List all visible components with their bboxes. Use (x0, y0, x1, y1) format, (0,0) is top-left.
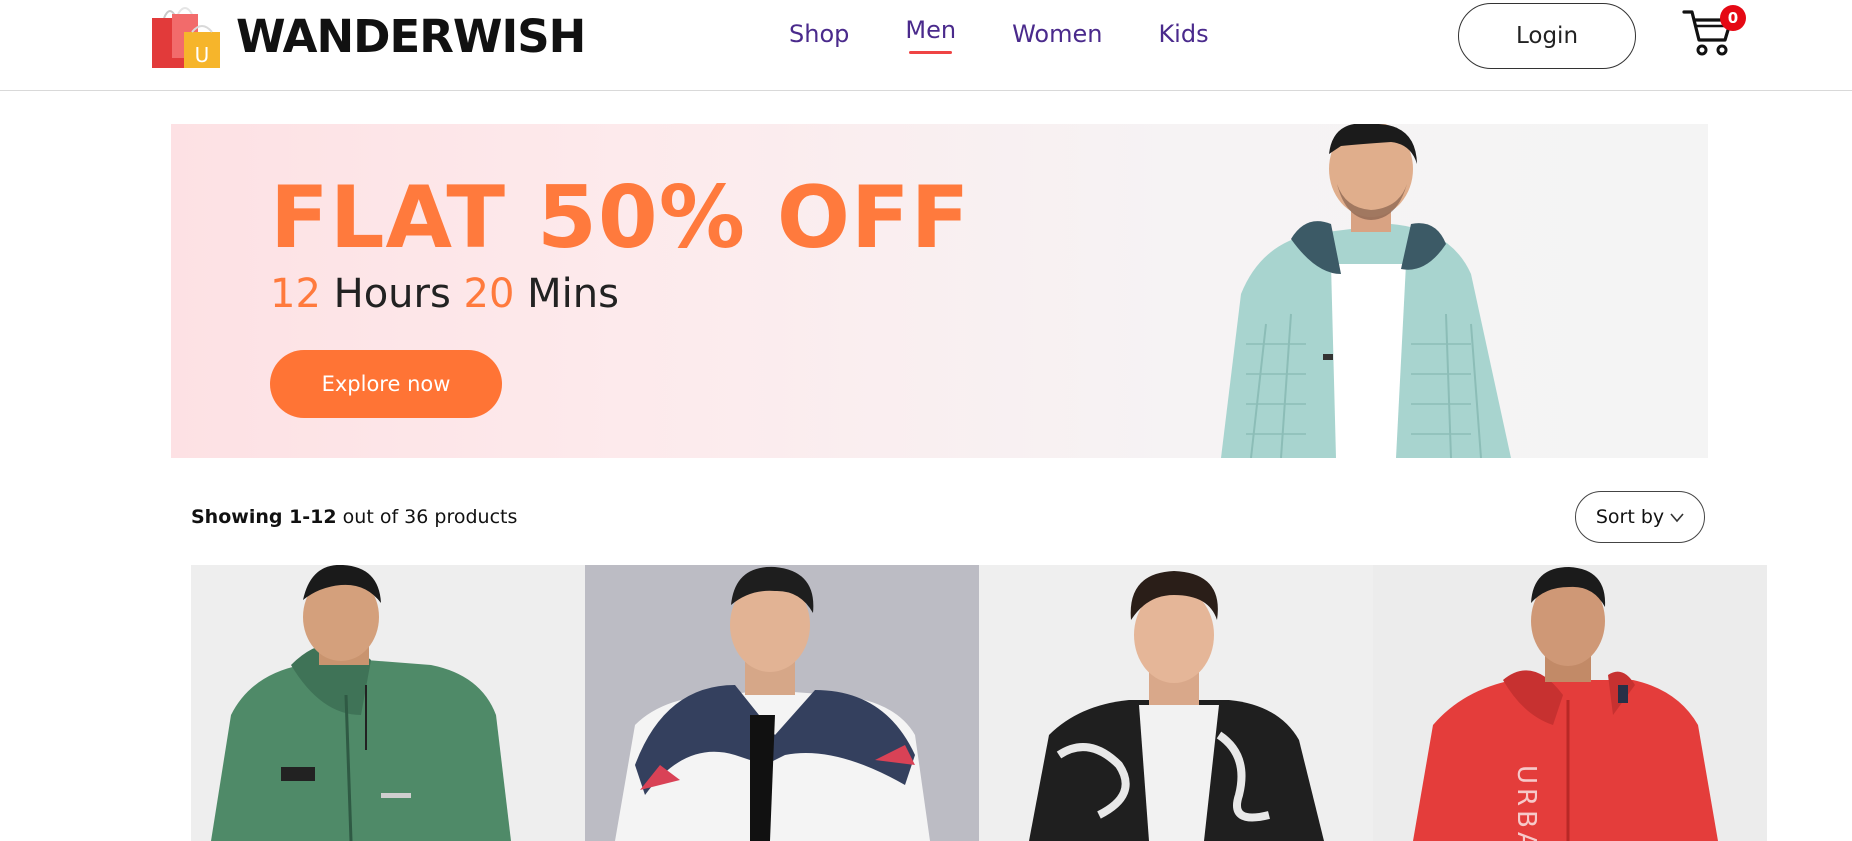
product-card[interactable] (585, 565, 979, 841)
results-range: Showing 1-12 (191, 506, 337, 528)
mins-label: Mins (514, 271, 619, 317)
results-total: out of 36 products (336, 506, 518, 528)
sort-label: Sort by (1595, 506, 1665, 528)
mins-value: 20 (463, 271, 515, 317)
product-card[interactable] (191, 565, 585, 841)
product-card[interactable] (979, 565, 1373, 841)
product-image (979, 565, 1373, 841)
shopping-bags-icon: U (152, 7, 220, 68)
main-nav: Shop Men Women Kids (789, 16, 1265, 54)
active-nav-underline (909, 51, 953, 54)
nav-item-men[interactable]: Men (905, 14, 956, 54)
results-count: Showing 1-12 out of 36 products (191, 506, 517, 528)
product-image (585, 565, 979, 841)
nav-item-kids[interactable]: Kids (1158, 18, 1208, 48)
chevron-down-icon (1670, 508, 1684, 527)
cart-count-badge: 0 (1720, 5, 1746, 31)
product-card[interactable]: URBA (1373, 565, 1767, 841)
hours-label: Hours (320, 271, 464, 317)
product-print-text: URBA (1511, 765, 1541, 841)
banner-model-image (1221, 124, 1511, 458)
login-button[interactable]: Login (1458, 3, 1636, 69)
explore-now-button[interactable]: Explore now (270, 350, 502, 418)
product-image (191, 565, 585, 841)
sort-by-button[interactable]: Sort by (1575, 491, 1705, 543)
product-image: URBA (1373, 565, 1767, 841)
hours-value: 12 (270, 271, 321, 317)
nav-item-women[interactable]: Women (1012, 18, 1102, 48)
brand-logo[interactable]: U WANDERWISH (150, 2, 586, 70)
cart-button[interactable]: 0 (1682, 5, 1746, 58)
banner-title: FLAT 50% OFF (270, 168, 971, 268)
site-header: U WANDERWISH Shop Men Women Kids Login 0 (0, 0, 1852, 91)
promo-banner: FLAT 50% OFF 12 Hours 20 Mins Explore no… (171, 124, 1708, 458)
product-grid: URBA (191, 565, 1767, 841)
logo-letter: U (195, 43, 210, 67)
nav-item-shop[interactable]: Shop (789, 18, 849, 48)
brand-name: WANDERWISH (236, 9, 586, 63)
countdown-timer: 12 Hours 20 Mins (270, 271, 619, 317)
